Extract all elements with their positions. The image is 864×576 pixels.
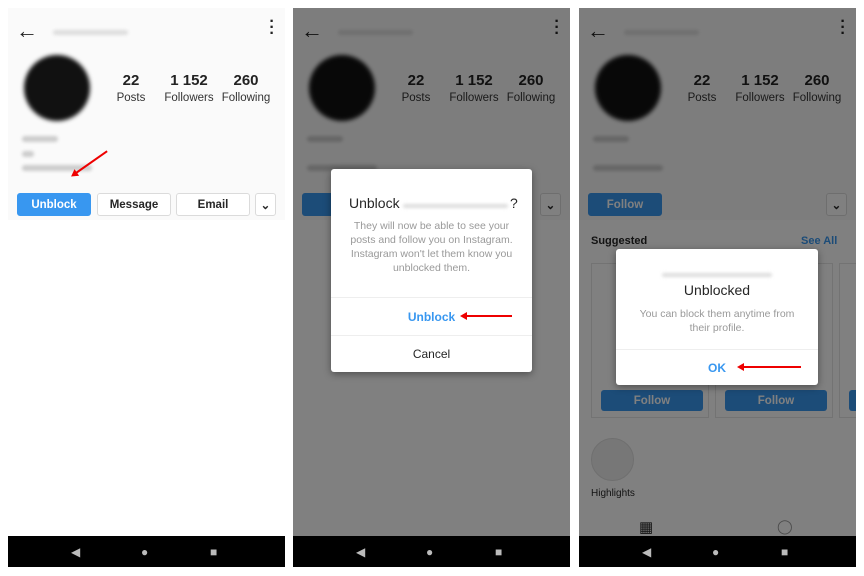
stat-followers: 1 152 Followers xyxy=(735,72,785,104)
unblock-button[interactable]: Unblock xyxy=(17,193,91,216)
nav-recents-icon[interactable]: ■ xyxy=(781,545,788,559)
stat-posts: 22 Posts xyxy=(401,72,431,104)
follow-suggestion-button xyxy=(849,390,856,411)
chevron-down-icon[interactable]: ⌄ xyxy=(255,193,276,216)
nav-recents-icon[interactable]: ■ xyxy=(495,545,502,559)
dialog-title-suffix: ? xyxy=(510,195,518,211)
follow-suggestion-button: Follow xyxy=(601,390,703,411)
see-all-link: See All xyxy=(801,235,838,247)
stat-following: 260 Following xyxy=(792,72,842,104)
bio-blurred xyxy=(22,151,34,157)
screen-unblock-confirm: ← · · · 22 Posts 1 152 Followers 260 Followin… xyxy=(293,8,570,567)
email-button[interactable]: Email xyxy=(176,193,250,216)
unblock-dialog: Unblock ? They will now be able to see y… xyxy=(331,169,532,372)
avatar xyxy=(595,55,661,121)
name-blurred xyxy=(307,136,343,142)
dialog-message: You can block them anytime from their pr… xyxy=(639,308,795,334)
name-blurred xyxy=(22,136,58,142)
bio-blurred xyxy=(593,165,663,171)
username-blurred xyxy=(53,30,128,35)
username-blurred xyxy=(624,30,699,35)
grid-icon: ▦ xyxy=(639,519,654,536)
follow-suggestion-button: Follow xyxy=(725,390,827,411)
dialog-title: Unblocked xyxy=(683,282,751,298)
back-arrow-icon: ← xyxy=(301,18,323,43)
message-button[interactable]: Message xyxy=(97,193,171,216)
back-arrow-icon[interactable]: ← xyxy=(16,18,38,44)
stat-followers[interactable]: 1 152 Followers xyxy=(159,72,219,104)
android-nav-bar: ◀ ● ■ xyxy=(8,536,285,567)
highlight-circle xyxy=(591,438,634,481)
chevron-down-icon: ⌄ xyxy=(826,193,847,216)
username-blurred xyxy=(338,30,413,35)
nav-home-icon[interactable]: ● xyxy=(141,545,148,559)
nav-back-icon[interactable]: ◀ xyxy=(71,545,80,559)
follow-button: Follow xyxy=(588,193,662,216)
kebab-menu-icon: · · · xyxy=(840,13,846,42)
unblocked-dialog: Unblocked You can block them anytime fro… xyxy=(616,249,818,385)
screen-unblocked: ← · · · 22 Posts 1 152 Followers 260 Followin… xyxy=(579,8,856,567)
stat-posts[interactable]: 22 Posts xyxy=(101,72,161,104)
nav-recents-icon[interactable]: ■ xyxy=(210,545,217,559)
back-arrow-icon: ← xyxy=(587,18,609,43)
android-nav-bar: ◀ ● ■ xyxy=(293,536,570,567)
nav-back-icon[interactable]: ◀ xyxy=(642,545,651,559)
nav-back-icon[interactable]: ◀ xyxy=(356,545,365,559)
annotation-arrow xyxy=(737,363,801,371)
stat-following: 260 Following xyxy=(506,72,556,104)
nav-home-icon[interactable]: ● xyxy=(426,545,433,559)
screen-profile-blocked: ← · · · 22 Posts 1 152 Followers 260 Followin… xyxy=(8,8,285,567)
suggested-title: Suggested xyxy=(591,235,648,247)
annotation-arrow xyxy=(460,312,512,320)
stat-posts: 22 Posts xyxy=(687,72,717,104)
highlights-label: Highlights xyxy=(591,488,635,499)
avatar[interactable] xyxy=(24,55,90,121)
dialog-message: They will now be able to see your posts … xyxy=(350,220,513,274)
stat-followers: 1 152 Followers xyxy=(449,72,499,104)
nav-home-icon[interactable]: ● xyxy=(712,545,719,559)
kebab-menu-icon[interactable]: · · · xyxy=(269,14,275,42)
android-nav-bar: ◀ ● ■ xyxy=(579,536,856,567)
stat-following[interactable]: 260 Following xyxy=(216,72,276,104)
chevron-down-icon: ⌄ xyxy=(540,193,561,216)
kebab-menu-icon: · · · xyxy=(554,13,560,42)
tagged-icon: ◯ xyxy=(777,518,793,534)
username-blurred xyxy=(662,273,772,277)
username-blurred xyxy=(403,204,508,208)
dialog-title: Unblock xyxy=(349,195,400,211)
avatar xyxy=(309,55,375,121)
name-blurred xyxy=(593,136,629,142)
cancel-button[interactable]: Cancel xyxy=(331,335,532,372)
